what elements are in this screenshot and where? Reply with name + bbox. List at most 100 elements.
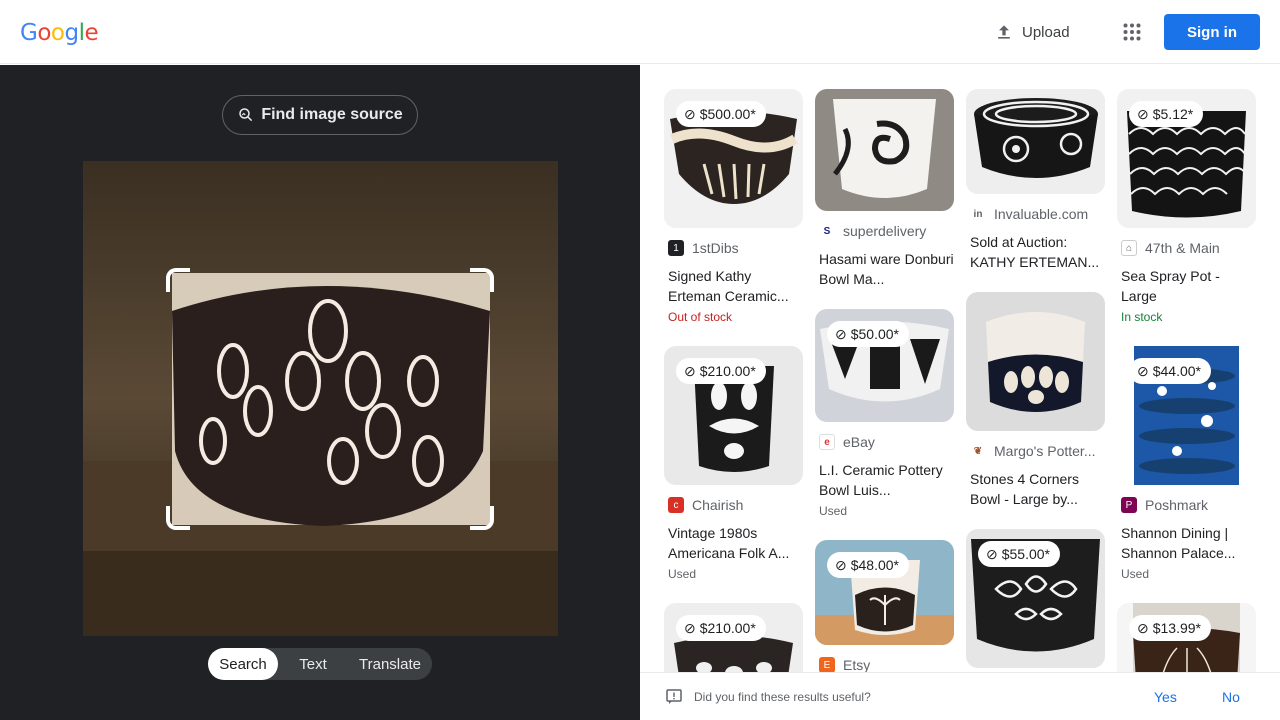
margos-pottery-favicon-icon: ❦ bbox=[970, 443, 986, 459]
result-thumbnail[interactable]: ⊘ $500.00* bbox=[664, 89, 803, 228]
result-title[interactable]: Sold at Auction: KATHY ERTEMAN... bbox=[966, 232, 1105, 272]
google-logo[interactable]: Google bbox=[20, 19, 99, 46]
image-search-icon bbox=[239, 108, 253, 122]
find-image-source-button[interactable]: Find image source bbox=[222, 95, 418, 135]
tag-icon: ⊘ bbox=[986, 545, 998, 562]
mode-translate-tab[interactable]: Translate bbox=[348, 648, 432, 680]
result-card[interactable]: ❦ Margo's Potter... Stones 4 Corners Bowl… bbox=[966, 292, 1105, 509]
result-card[interactable]: ⊘ $210.00* bbox=[664, 603, 803, 672]
crop-handle-top-right[interactable] bbox=[470, 268, 494, 292]
crop-handle-bottom-right[interactable] bbox=[470, 506, 494, 530]
result-title[interactable]: Stones 4 Corners Bowl - Large by... bbox=[966, 469, 1105, 509]
crop-handle-bottom-left[interactable] bbox=[166, 506, 190, 530]
price-tag: ⊘ $44.00* bbox=[1129, 358, 1212, 384]
47th-main-favicon-icon: ⌂ bbox=[1121, 240, 1137, 256]
results-panel: ⊘ $500.00* 1 1stDibs Signed Kathy Erteman … bbox=[640, 65, 1280, 672]
tag-icon: ⊘ bbox=[1137, 619, 1149, 636]
tag-icon: ⊘ bbox=[835, 556, 847, 573]
result-card[interactable]: Ssuperdelivery Hasami ware Donburi Bowl … bbox=[815, 89, 954, 289]
chairish-favicon-icon: c bbox=[668, 497, 684, 513]
result-card[interactable]: ⊘ $44.00* P Poshmark Shannon Dining | Shan… bbox=[1117, 346, 1256, 581]
price-tag: ⊘ $500.00* bbox=[676, 101, 766, 127]
result-title[interactable]: Shannon Dining | Shannon Palace... bbox=[1117, 523, 1256, 563]
stock-status: Used bbox=[1121, 567, 1150, 581]
price-label: $44.00* bbox=[1152, 363, 1202, 379]
result-thumbnail[interactable] bbox=[966, 292, 1105, 431]
result-thumbnail[interactable]: ⊘ $48.00* bbox=[815, 540, 954, 645]
result-source: in Invaluable.com bbox=[966, 206, 1105, 222]
stock-status: Used bbox=[819, 504, 848, 518]
price-tag: ⊘ $48.00* bbox=[827, 552, 910, 578]
tag-icon: ⊘ bbox=[835, 325, 847, 342]
result-thumbnail[interactable] bbox=[815, 89, 954, 211]
result-title[interactable]: L.I. Ceramic Pottery Bowl Luis... bbox=[815, 460, 954, 500]
result-title[interactable]: Hasami ware Donburi Bowl Ma... bbox=[815, 249, 954, 289]
upload-label: Upload bbox=[1022, 23, 1070, 41]
result-thumbnail[interactable]: ⊘ $5.12* bbox=[1117, 89, 1256, 228]
result-thumbnail[interactable]: ⊘ $210.00* bbox=[664, 603, 803, 672]
result-source: P Poshmark bbox=[1117, 497, 1256, 513]
ebay-favicon-icon: e bbox=[819, 434, 835, 450]
result-thumbnail[interactable] bbox=[966, 89, 1105, 194]
price-tag: ⊘ $210.00* bbox=[676, 615, 766, 641]
result-card[interactable]: ⊘ $5.12* ⌂ 47th & Main Sea Spray Pot - Lar… bbox=[1117, 89, 1256, 324]
feedback-question: Did you find these results useful? bbox=[694, 689, 871, 704]
mode-text-tab[interactable]: Text bbox=[278, 648, 348, 680]
apps-button[interactable] bbox=[1116, 16, 1148, 48]
result-title[interactable]: Signed Kathy Erteman Ceramic... bbox=[664, 266, 803, 306]
feedback-no-button[interactable]: No bbox=[1222, 689, 1240, 705]
result-card[interactable]: in Invaluable.com Sold at Auction: KATHY … bbox=[966, 89, 1105, 272]
result-source-name: 1stDibs bbox=[692, 240, 739, 256]
result-source: c Chairish bbox=[664, 497, 803, 513]
price-label: $210.00* bbox=[699, 620, 756, 636]
result-card[interactable]: ⊘ $13.99* bbox=[1117, 603, 1256, 672]
mode-search-tab[interactable]: Search bbox=[208, 648, 278, 680]
feedback-yes-button[interactable]: Yes bbox=[1154, 689, 1177, 705]
superdelivery-favicon-icon: S bbox=[819, 223, 835, 239]
price-tag: ⊘ $13.99* bbox=[1129, 615, 1212, 641]
result-card[interactable]: ⊘ $210.00* c Chairish Vintage 1980s Americ… bbox=[664, 346, 803, 581]
result-title[interactable]: Vintage 1980s Americana Folk A... bbox=[664, 523, 803, 563]
apps-grid-icon bbox=[1123, 23, 1141, 41]
result-source: ❦ Margo's Potter... bbox=[966, 443, 1105, 459]
result-card[interactable]: ⊘ $50.00* e eBay L.I. Ceramic Pottery Bowl… bbox=[815, 309, 954, 518]
price-label: $500.00* bbox=[699, 106, 756, 122]
tag-icon: ⊘ bbox=[684, 619, 696, 636]
crop-selector[interactable] bbox=[166, 268, 494, 530]
result-card[interactable]: ⊘ $48.00* E Etsy bbox=[815, 540, 954, 672]
logo-letter: o bbox=[50, 20, 65, 46]
result-source-name: Etsy bbox=[843, 657, 871, 672]
poshmark-favicon-icon: P bbox=[1121, 497, 1137, 513]
find-image-source-label: Find image source bbox=[261, 106, 403, 123]
price-tag: ⊘ $5.12* bbox=[1129, 101, 1204, 127]
result-title[interactable]: Sea Spray Pot - Large bbox=[1117, 266, 1256, 306]
price-label: $5.12* bbox=[1152, 106, 1194, 122]
result-source: Ssuperdelivery bbox=[815, 223, 954, 239]
result-thumbnail[interactable]: ⊘ $55.00* bbox=[966, 529, 1105, 668]
stock-status: Out of stock bbox=[668, 310, 733, 324]
price-label: $55.00* bbox=[1001, 546, 1051, 562]
result-thumbnail[interactable]: ⊘ $44.00* bbox=[1117, 346, 1256, 485]
logo-letter: g bbox=[64, 20, 79, 46]
invaluable-favicon-icon: in bbox=[970, 206, 986, 222]
result-thumbnail[interactable]: ⊘ $210.00* bbox=[664, 346, 803, 485]
result-source: 1 1stDibs bbox=[664, 240, 803, 256]
tag-icon: ⊘ bbox=[1137, 362, 1149, 379]
price-label: $210.00* bbox=[699, 363, 756, 379]
logo-letter: G bbox=[20, 20, 38, 46]
sign-in-button[interactable]: Sign in bbox=[1164, 14, 1260, 50]
result-source-name: Poshmark bbox=[1145, 497, 1209, 513]
result-source-name: Chairish bbox=[692, 497, 744, 513]
result-source-name: Invaluable.com bbox=[994, 206, 1089, 222]
stock-status: In stock bbox=[1121, 310, 1163, 324]
result-thumbnail[interactable]: ⊘ $50.00* bbox=[815, 309, 954, 422]
result-thumbnail[interactable]: ⊘ $13.99* bbox=[1117, 603, 1256, 672]
price-label: $13.99* bbox=[1152, 620, 1202, 636]
result-card[interactable]: ⊘ $500.00* 1 1stDibs Signed Kathy Erteman … bbox=[664, 89, 803, 324]
crop-handle-top-left[interactable] bbox=[166, 268, 190, 292]
top-bar: Google Upload Sign in bbox=[0, 0, 1280, 64]
logo-letter: o bbox=[37, 20, 51, 46]
tag-icon: ⊘ bbox=[1137, 105, 1149, 122]
result-card[interactable]: ⊘ $55.00* bbox=[966, 529, 1105, 668]
upload-button[interactable]: Upload bbox=[986, 14, 1078, 50]
